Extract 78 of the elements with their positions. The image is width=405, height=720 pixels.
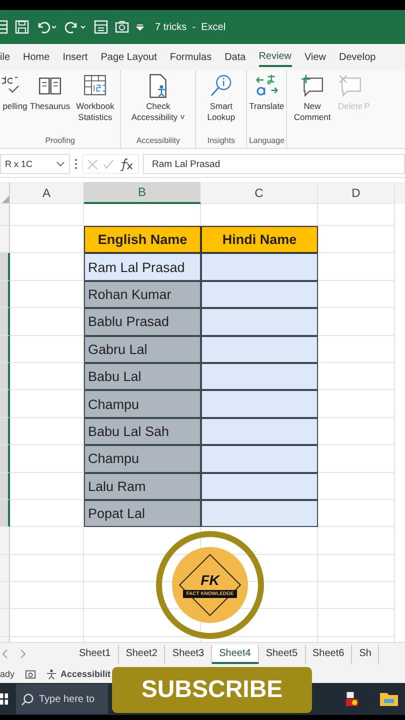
logo-initials: FK [200, 572, 220, 588]
column-header[interactable]: D [318, 182, 395, 204]
row-header[interactable] [0, 390, 10, 418]
menu-tab[interactable]: View [304, 48, 326, 66]
row-header[interactable] [0, 362, 10, 390]
menu-tab[interactable]: Review [258, 48, 292, 66]
sheet-tab[interactable]: Sheet2 [118, 644, 166, 664]
ribbon-button[interactable]: New Comment [288, 70, 336, 148]
menu-tab[interactable]: ile [0, 48, 10, 66]
row-header[interactable] [0, 500, 10, 528]
folder-icon[interactable] [379, 691, 399, 707]
ribbon-button[interactable]: Workbook Statistics [71, 70, 120, 136]
table-cell: Bablu Prasad [84, 308, 201, 336]
row-header[interactable] [0, 472, 10, 500]
formula-field[interactable]: Ram Lal Prasad [143, 154, 405, 174]
ribbon-button[interactable]: Translate [248, 70, 286, 136]
ribbon-button[interactable]: pelling [1, 70, 29, 136]
column-header[interactable]: B [84, 182, 201, 204]
save-icon[interactable] [15, 20, 29, 34]
table-header: English Name [84, 226, 201, 254]
menu-tab[interactable]: Page Layout [100, 48, 157, 66]
sheet-tab[interactable]: Sheet4 [212, 644, 259, 664]
table-cell: Popat Lal [84, 500, 201, 528]
macro-icon[interactable] [24, 668, 36, 680]
table-cell: Champu [84, 445, 201, 473]
group-label: Proofing [45, 136, 75, 147]
accessibility-icon[interactable] [46, 668, 57, 680]
table-cell: Champu [84, 390, 201, 418]
camera-icon[interactable] [115, 20, 129, 34]
table-cell: Babu Lal Sah [84, 418, 201, 446]
column-header[interactable]: C [201, 182, 318, 204]
row-header[interactable] [0, 418, 10, 446]
table-cell: Ram Lal Prasad [84, 253, 201, 281]
row-header[interactable] [0, 445, 10, 473]
sheet-tab[interactable]: Sheet5 [258, 644, 306, 664]
ribbon-button[interactable]: Check Accessibility ˅ [122, 70, 194, 136]
form-icon[interactable] [94, 20, 108, 34]
row-header[interactable] [0, 280, 10, 308]
accessibility-status[interactable]: Accessibilit [60, 669, 111, 679]
sheet-tab[interactable]: Sh [352, 644, 380, 664]
next-sheet-icon[interactable] [20, 649, 26, 659]
row-header[interactable] [0, 253, 10, 281]
ribbon-button[interactable]: Smart Lookup [197, 70, 246, 136]
more-icon [74, 157, 78, 171]
row-header[interactable] [0, 308, 10, 336]
table-cell: Gabru Lal [84, 336, 201, 363]
table-cell: Rohan Kumar [84, 280, 201, 308]
menu-tab[interactable]: Data [224, 48, 246, 66]
windows-icon[interactable] [0, 691, 8, 707]
new-comment-icon [299, 73, 326, 99]
menu-tab[interactable]: Home [23, 48, 50, 66]
sheet-tab[interactable]: Sheet6 [306, 644, 352, 664]
grid-icon[interactable] [0, 20, 8, 34]
name-box[interactable]: R x 1C [0, 154, 70, 174]
table-header: Hindi Name [201, 226, 318, 254]
recorder-icon[interactable] [345, 690, 359, 708]
previous-sheet-icon[interactable] [2, 649, 8, 659]
menu-tab[interactable]: Develop [339, 48, 376, 66]
redo-icon[interactable] [65, 20, 87, 34]
table-cell: Lalu Ram [84, 472, 201, 500]
row-header[interactable] [0, 336, 10, 363]
group-label: Insights [207, 136, 235, 147]
status-text: ady [0, 669, 15, 679]
customize-icon[interactable] [136, 23, 144, 31]
taskbar-search-field[interactable]: Type here to [16, 684, 108, 714]
delete-comment-icon [337, 73, 364, 99]
menu-tab[interactable]: Insert [62, 48, 88, 66]
sheet-tab[interactable]: Sheet1 [72, 644, 119, 664]
ribbon-button[interactable]: Thesaurus [29, 70, 72, 136]
check-icon[interactable] [103, 158, 114, 170]
table-cell: Babu Lal [84, 362, 201, 390]
menu-tab[interactable]: Formulas [170, 48, 212, 66]
window-title: 7 tricks - Excel [155, 22, 226, 32]
group-label: Language [248, 136, 285, 147]
search-icon [21, 692, 34, 706]
function-icon[interactable] [119, 158, 134, 170]
group-label: Accessibility [136, 136, 180, 147]
undo-icon[interactable] [36, 20, 58, 34]
